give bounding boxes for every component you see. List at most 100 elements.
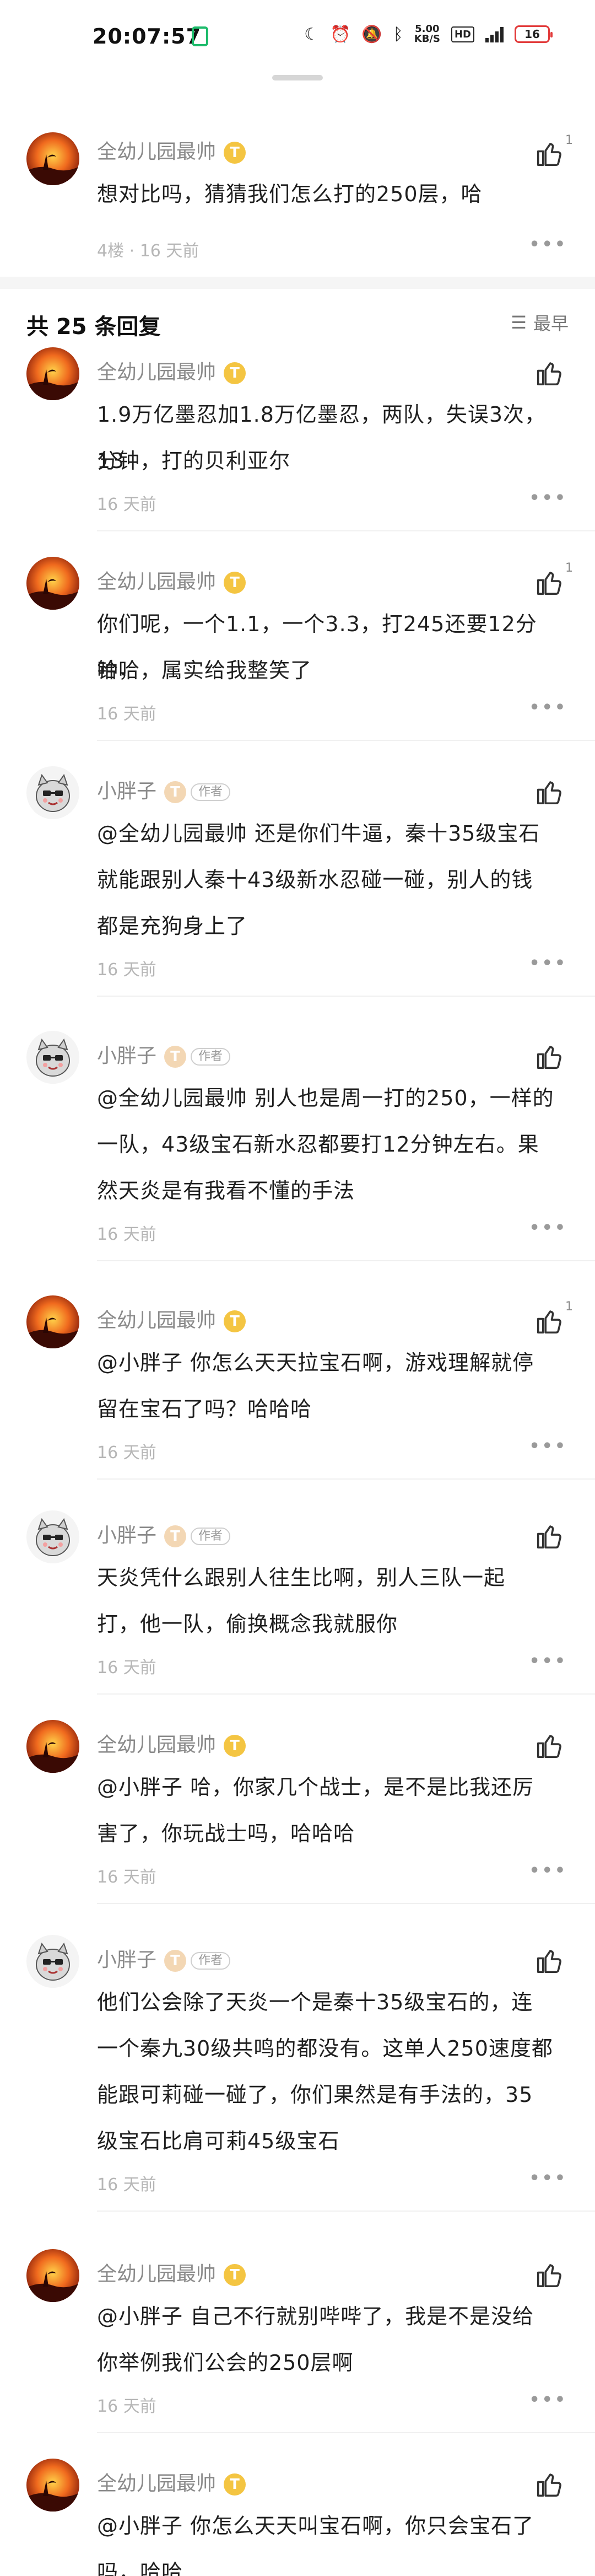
thumbs-up-icon[interactable]	[534, 1731, 564, 1761]
alarm-icon: ⏰	[330, 24, 351, 44]
like-count: 1	[565, 133, 573, 147]
hd-icon: HD	[451, 26, 474, 42]
sort-label: 最早	[533, 313, 569, 334]
comment-text: 想对比吗，猜猜我们怎么打的250层，哈	[97, 182, 483, 206]
level-badge: T	[164, 1950, 187, 1972]
reply-text-line: 打，他一队，偷换概念我就服你	[97, 1612, 398, 1636]
level-badge: T	[164, 1525, 187, 1547]
thumbs-up-icon[interactable]	[534, 777, 564, 807]
reply-text-line: 分钟，打的贝利亚尔	[97, 449, 291, 473]
more-options-icon[interactable]: •••	[529, 1861, 567, 1880]
more-options-icon[interactable]: •••	[529, 1218, 567, 1238]
network-speed: 5.00 KB/S	[414, 23, 440, 45]
more-options-icon[interactable]: •••	[529, 1437, 567, 1456]
reply-text-line: 你举例我们公会的250层啊	[97, 2351, 354, 2375]
thumbs-up-icon[interactable]	[534, 1306, 564, 1336]
avatar[interactable]	[26, 347, 79, 400]
battery-icon: 16	[515, 25, 553, 43]
level-badge: T	[224, 2264, 246, 2286]
reply-divider	[97, 740, 595, 741]
notification-app-icon	[192, 26, 208, 46]
avatar[interactable]	[26, 1510, 79, 1563]
section-divider	[0, 277, 595, 289]
drag-handle[interactable]	[272, 75, 323, 80]
thumbs-up-icon[interactable]	[534, 1042, 564, 1072]
sort-icon: ☰	[511, 312, 527, 333]
avatar[interactable]	[26, 766, 79, 819]
username[interactable]: 全幼儿园最帅 T	[97, 136, 246, 164]
username[interactable]: 小胖子 T 作者	[97, 1040, 231, 1068]
thumbs-up-icon[interactable]	[534, 568, 564, 598]
more-options-icon[interactable]: •••	[529, 698, 567, 717]
reply-time: 16 天前	[97, 1443, 156, 1462]
avatar[interactable]	[26, 2249, 79, 2302]
mute-icon: 🔕	[361, 24, 382, 44]
level-badge: T	[224, 1310, 246, 1332]
replies-count-title: 共 25 条回复	[26, 314, 161, 340]
reply-time: 16 天前	[97, 495, 156, 514]
username[interactable]: 全幼儿园最帅 T	[97, 566, 246, 594]
avatar[interactable]	[26, 2459, 79, 2512]
signal-icon	[485, 26, 504, 42]
reply-text-line: @全幼儿园最帅 还是你们牛逼，秦十35级宝石	[97, 821, 540, 846]
username[interactable]: 全幼儿园最帅 T	[97, 356, 246, 385]
author-badge: 作者	[191, 783, 231, 801]
username[interactable]: 全幼儿园最帅 T	[97, 2467, 246, 2496]
level-badge: T	[164, 1046, 187, 1068]
reply-text-line: 一队，43级宝石新水忍都要打12分钟左右。果	[97, 1132, 539, 1157]
reply-text-line: 然天炎是有我看不懂的手法	[97, 1179, 355, 1203]
comment-meta: 4楼 · 16 天前	[97, 241, 199, 261]
comment-sheet: 全幼儿园最帅 T 想对比吗，猜猜我们怎么打的250层，哈 4楼 · 16 天前 •…	[0, 61, 595, 2576]
reply-text-line: 他们公会除了天炎一个是秦十35级宝石的，连	[97, 1990, 533, 2014]
reply-text-line: 天炎凭什么跟别人往生比啊，别人三队一起	[97, 1566, 506, 1590]
username[interactable]: 全幼儿园最帅 T	[97, 1304, 246, 1333]
avatar[interactable]	[26, 1031, 79, 1084]
more-options-icon[interactable]: •••	[529, 2169, 567, 2188]
reply-text-line: 级宝石比肩可莉45级宝石	[97, 2129, 340, 2153]
reply-time: 16 天前	[97, 2175, 156, 2195]
username[interactable]: 全幼儿园最帅 T	[97, 1729, 246, 1757]
thumbs-up-icon[interactable]	[534, 2470, 564, 2499]
username[interactable]: 小胖子 T 作者	[97, 775, 231, 804]
reply-text-line: 就能跟别人秦十43级新水忍碰一碰，别人的钱	[97, 868, 533, 892]
reply-text-line: 都是充狗身上了	[97, 914, 248, 938]
reply-text-line: 一个秦九30级共鸣的都没有。这单人250速度都	[97, 2036, 553, 2061]
avatar[interactable]	[26, 1295, 79, 1348]
reply-text-line: @小胖子 你怎么天天叫宝石啊，你只会宝石了	[97, 2514, 534, 2538]
more-options-icon[interactable]: •••	[529, 2390, 567, 2410]
status-time: 20:07:57	[93, 24, 202, 49]
level-badge: T	[224, 572, 246, 594]
level-badge: T	[224, 2473, 246, 2496]
more-options-icon[interactable]: •••	[529, 954, 567, 973]
username[interactable]: 全幼儿园最帅 T	[97, 2258, 246, 2287]
thumbs-up-icon[interactable]	[534, 139, 564, 169]
reply-divider	[97, 2432, 595, 2433]
thumbs-up-icon[interactable]	[534, 358, 564, 388]
reply-text-line: @小胖子 你怎么天天拉宝石啊，游戏理解就停	[97, 1351, 534, 1375]
avatar[interactable]	[26, 557, 79, 610]
like-count: 1	[565, 561, 573, 575]
reply-text-line: 吗，哈哈	[97, 2560, 183, 2576]
reply-time: 16 天前	[97, 1225, 156, 1244]
username[interactable]: 小胖子 T 作者	[97, 1944, 231, 1972]
avatar[interactable]	[26, 1720, 79, 1773]
reply-divider	[97, 1478, 595, 1480]
thumbs-up-icon[interactable]	[534, 1521, 564, 1551]
author-badge: 作者	[191, 1528, 231, 1545]
reply-divider	[97, 2211, 595, 2212]
sort-toggle[interactable]: ☰ 最早	[511, 310, 569, 335]
level-badge: T	[224, 1735, 246, 1757]
reply-text-line: @全幼儿园最帅 别人也是周一打的250，一样的	[97, 1086, 554, 1110]
avatar[interactable]	[26, 132, 79, 185]
thumbs-up-icon[interactable]	[534, 1946, 564, 1976]
reply-time: 16 天前	[97, 704, 156, 724]
reply-time: 16 天前	[97, 960, 156, 980]
more-options-icon[interactable]: •••	[529, 235, 567, 254]
reply-text-line: 留在宝石了吗？哈哈哈	[97, 1397, 312, 1421]
more-options-icon[interactable]: •••	[529, 488, 567, 508]
more-options-icon[interactable]: •••	[529, 1652, 567, 1671]
avatar[interactable]	[26, 1935, 79, 1988]
reply-divider	[97, 1693, 595, 1695]
username[interactable]: 小胖子 T 作者	[97, 1519, 231, 1548]
thumbs-up-icon[interactable]	[534, 2260, 564, 2290]
